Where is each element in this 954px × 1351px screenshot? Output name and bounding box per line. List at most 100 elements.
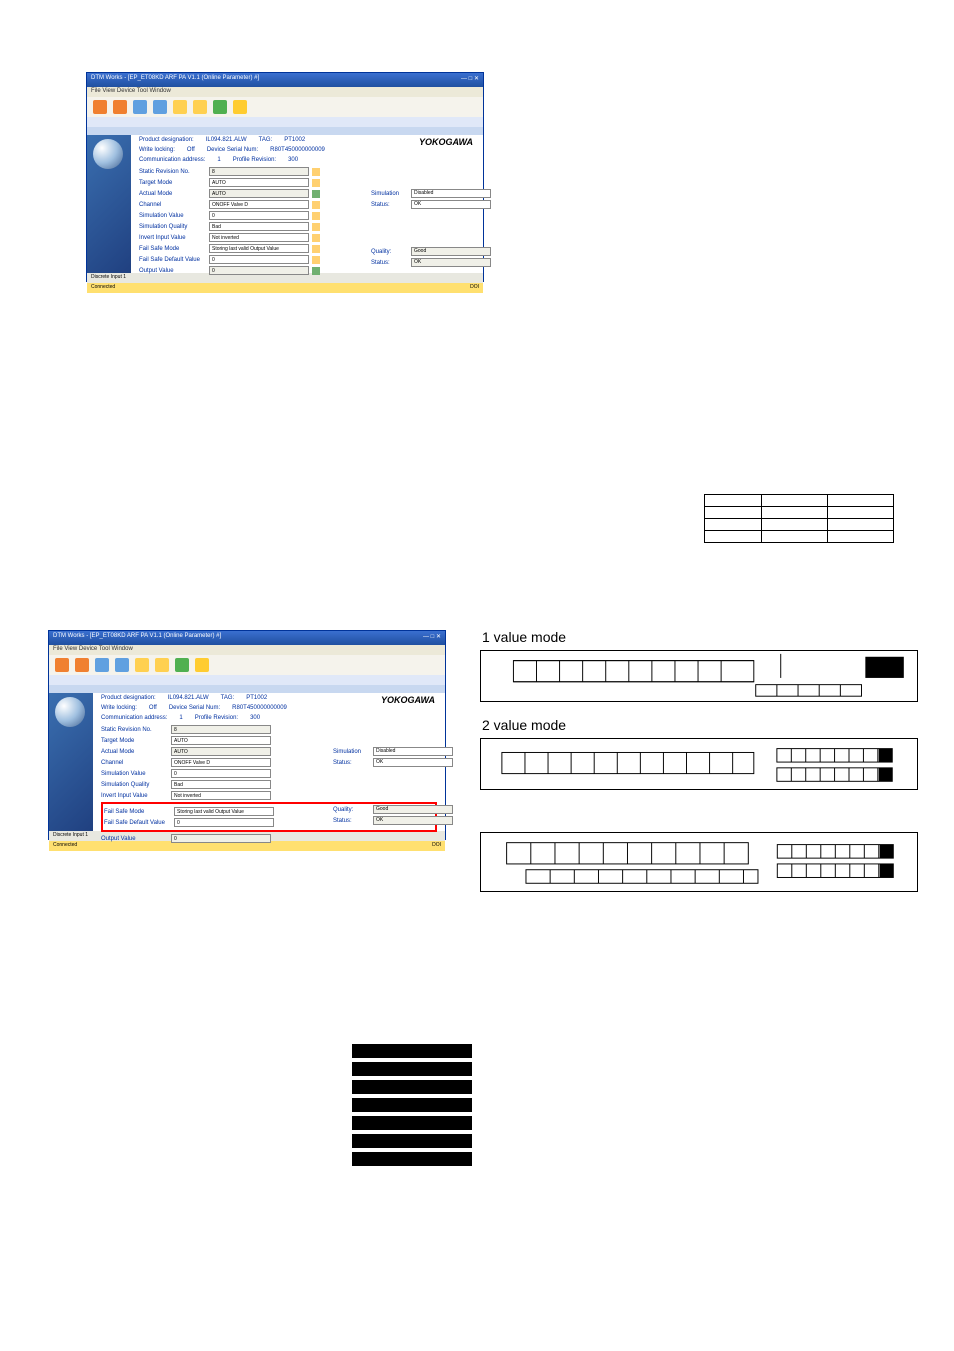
- status-value[interactable]: OK: [411, 200, 491, 209]
- serial-label: Device Serial Num:: [169, 705, 220, 711]
- dtm-window-1: DTM Works - [EP_ET08KD ARF PA V1.1 (Onli…: [86, 72, 484, 282]
- sim-value-value[interactable]: 0: [171, 769, 271, 778]
- writelock-value: Off: [149, 705, 157, 711]
- window-titlebar: DTM Works - [EP_ET08KD ARF PA V1.1 (Onli…: [87, 73, 483, 87]
- writelock-value: Off: [187, 147, 195, 153]
- bar-row: [352, 1152, 472, 1166]
- toolbar-icon-5[interactable]: [173, 100, 187, 114]
- upload-icon[interactable]: [312, 223, 320, 231]
- nav-strip: [87, 117, 483, 127]
- invert-value[interactable]: Not inverted: [171, 791, 271, 800]
- upload-icon[interactable]: [312, 245, 320, 253]
- fail-safe-mode-value[interactable]: Storing last valid Output Value: [209, 244, 309, 253]
- status-label: Status:: [333, 760, 373, 766]
- menubar[interactable]: File View Device Tool Window: [49, 645, 445, 655]
- toolbar-icon-5[interactable]: [135, 658, 149, 672]
- writelock-label: Write locking:: [101, 705, 137, 711]
- toolbar-icon-4[interactable]: [153, 100, 167, 114]
- sim-value-label: Simulation Value: [139, 213, 209, 219]
- sub-toolbar: [87, 127, 483, 135]
- toolbar-icon-3[interactable]: [133, 100, 147, 114]
- param-sim-value: Simulation Value 0: [139, 211, 475, 220]
- fail-safe-default-value[interactable]: 0: [209, 255, 309, 264]
- conn-status: Connected: [53, 842, 77, 850]
- upload-icon[interactable]: [312, 256, 320, 264]
- upload-icon[interactable]: [312, 179, 320, 187]
- simulation-label: Simulation: [371, 191, 411, 197]
- fail-safe-mode-label: Fail Safe Mode: [104, 809, 174, 815]
- quality-value: Good: [411, 247, 491, 256]
- serial-value: R80T450000000009: [270, 147, 325, 153]
- static-rev-value: 8: [171, 725, 271, 734]
- window-titlebar: DTM Works - [EP_ET08KD ARF PA V1.1 (Onli…: [49, 631, 445, 645]
- output-value-value: 0: [171, 834, 271, 843]
- quality-label: Quality:: [333, 807, 373, 813]
- refresh-icon[interactable]: [175, 658, 189, 672]
- toolbar-icon-6[interactable]: [155, 658, 169, 672]
- sim-quality-label: Simulation Quality: [139, 224, 209, 230]
- product-label: Product designation:: [101, 695, 156, 701]
- conn-status: Connected: [91, 284, 115, 292]
- mode-diagram-3: [480, 832, 918, 892]
- upload-icon[interactable]: [312, 168, 320, 176]
- toolbar-icon-1[interactable]: [55, 658, 69, 672]
- toolbar-icon-6[interactable]: [193, 100, 207, 114]
- block-label: Discrete Input 1: [53, 832, 88, 838]
- channel-value[interactable]: ONOFF Valve D: [171, 758, 271, 767]
- product-value: IL094.821.ALW: [206, 137, 247, 143]
- print-icon[interactable]: [233, 100, 247, 114]
- window-controls[interactable]: — □ ✕: [461, 75, 479, 85]
- bar-row: [352, 1080, 472, 1094]
- sim-quality-value[interactable]: Bad: [209, 222, 309, 231]
- actual-mode-value: AUTO: [209, 189, 309, 198]
- fail-safe-default-value[interactable]: 0: [174, 818, 274, 827]
- dtm-window-2: DTM Works - [EP_ET08KD ARF PA V1.1 (Onli…: [48, 630, 446, 840]
- param-sim-quality: Simulation Quality Bad: [101, 780, 437, 789]
- target-mode-value[interactable]: AUTO: [171, 736, 271, 745]
- quality-label: Quality:: [371, 249, 411, 255]
- mode-diagram-2: [480, 738, 918, 790]
- toolbar: [49, 655, 445, 675]
- sim-quality-value[interactable]: Bad: [171, 780, 271, 789]
- refresh-icon[interactable]: [312, 267, 320, 275]
- sim-value-value[interactable]: 0: [209, 211, 309, 220]
- bar-row: [352, 1116, 472, 1130]
- simulation-value[interactable]: Disabled: [411, 189, 491, 198]
- toolbar-icon-1[interactable]: [93, 100, 107, 114]
- refresh-icon[interactable]: [312, 190, 320, 198]
- sim-value-label: Simulation Value: [101, 771, 171, 777]
- invert-value[interactable]: Not inverted: [209, 233, 309, 242]
- param-invert: Invert Input Value Not inverted: [101, 791, 437, 800]
- simulation-label: Simulation: [333, 749, 373, 755]
- upload-icon[interactable]: [312, 201, 320, 209]
- toolbar-icon-3[interactable]: [95, 658, 109, 672]
- refresh-icon[interactable]: [213, 100, 227, 114]
- toolbar-icon-2[interactable]: [113, 100, 127, 114]
- target-mode-value[interactable]: AUTO: [209, 178, 309, 187]
- yokogawa-logo: YOKOGAWA: [419, 137, 473, 147]
- block-label: Discrete Input 1: [91, 274, 126, 280]
- device-header-2: Write locking: Off Device Serial Num: R8…: [101, 705, 437, 711]
- print-icon[interactable]: [195, 658, 209, 672]
- yokogawa-logo: YOKOGAWA: [381, 695, 435, 705]
- channel-value[interactable]: ONOFF Valve D: [209, 200, 309, 209]
- simulation-value[interactable]: Disabled: [373, 747, 453, 756]
- commaddr-value: 1: [217, 157, 220, 163]
- product-label: Product designation:: [139, 137, 194, 143]
- static-rev-label: Static Revision No.: [101, 727, 171, 733]
- toolbar-icon-2[interactable]: [75, 658, 89, 672]
- upload-icon[interactable]: [312, 212, 320, 220]
- status-value[interactable]: OK: [373, 758, 453, 767]
- actual-mode-label: Actual Mode: [139, 191, 209, 197]
- profilerev-value: 300: [288, 157, 298, 163]
- upload-icon[interactable]: [312, 234, 320, 242]
- out-status-value: OK: [411, 258, 491, 267]
- window-controls[interactable]: — □ ✕: [423, 633, 441, 643]
- fail-safe-mode-value[interactable]: Storing last valid Output Value: [174, 807, 274, 816]
- toolbar-icon-4[interactable]: [115, 658, 129, 672]
- simulation-block: Simulation Disabled Status: OK: [333, 745, 453, 769]
- invert-label: Invert Input Value: [139, 235, 209, 241]
- menubar[interactable]: File View Device Tool Window: [87, 87, 483, 97]
- bar-row: [352, 1062, 472, 1076]
- product-value: IL094.821.ALW: [168, 695, 209, 701]
